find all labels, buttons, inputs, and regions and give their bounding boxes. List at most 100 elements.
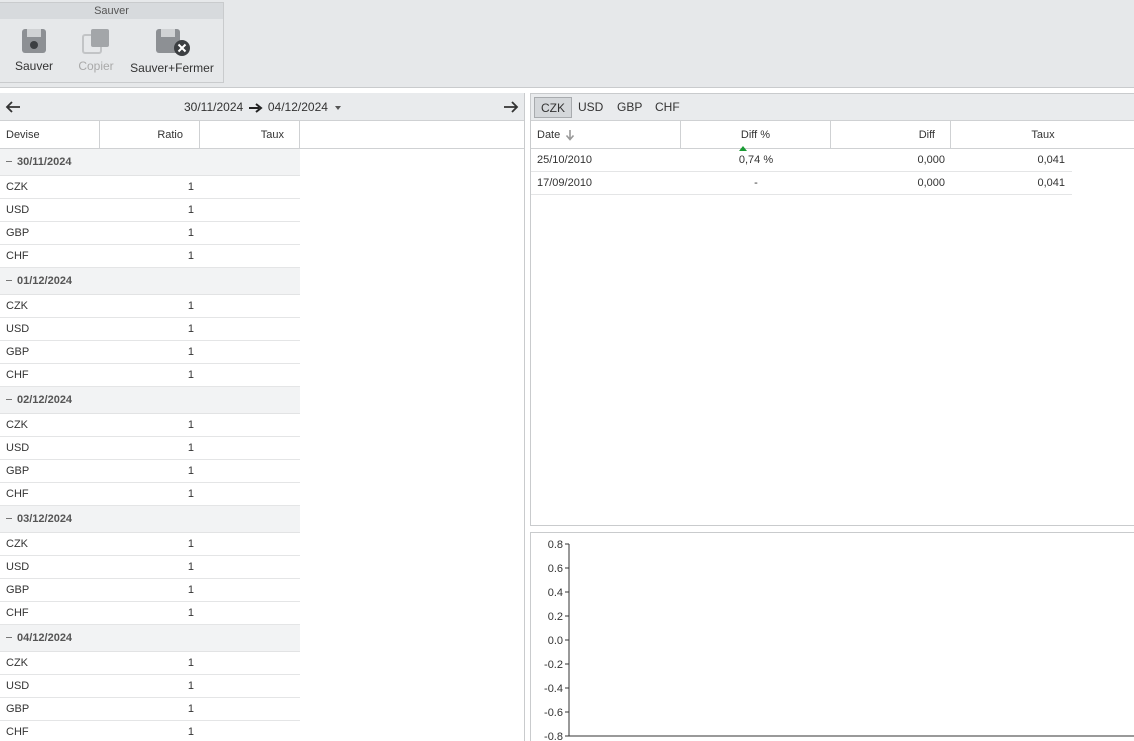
tab-usd[interactable]: USD xyxy=(572,97,609,118)
column-header-ratio[interactable]: Ratio xyxy=(100,121,200,149)
y-tick-label: 0.0 xyxy=(548,635,563,647)
date-group-row[interactable]: 30/11/2024 xyxy=(0,149,300,176)
devise-cell: CZK xyxy=(6,300,28,312)
devise-cell: CHF xyxy=(6,369,29,381)
history-row[interactable]: 25/10/2010 0,74 % 0,000 0,041 xyxy=(531,146,1072,172)
date-cell: 25/10/2010 xyxy=(537,154,593,166)
rate-row[interactable]: CZK 1 xyxy=(0,414,300,437)
y-tick-label: -0.6 xyxy=(544,707,563,719)
date-range-selector[interactable]: 30/11/2024 04/12/2024 xyxy=(184,100,343,114)
currency-history-pane: CZK USD GBP CHF Date Diff % Diff Taux 25… xyxy=(530,93,1134,526)
ratio-cell: 1 xyxy=(187,346,194,358)
collapse-icon xyxy=(6,160,12,162)
ratio-cell: 1 xyxy=(187,703,194,715)
trend-up-icon xyxy=(738,146,747,151)
save-close-button-label: Sauver+Fermer xyxy=(130,61,214,75)
devise-cell: USD xyxy=(6,323,30,335)
ratio-cell: 1 xyxy=(187,419,194,431)
arrow-left-icon[interactable] xyxy=(4,98,22,116)
arrow-right-bold-icon xyxy=(248,103,263,113)
arrow-right-icon[interactable] xyxy=(502,98,520,116)
rate-row[interactable]: USD 1 xyxy=(0,675,300,698)
date-group-row[interactable]: 02/12/2024 xyxy=(0,387,300,414)
column-header-diff-pct[interactable]: Diff % xyxy=(681,121,831,149)
devise-cell: GBP xyxy=(6,584,30,596)
date-group-row[interactable]: 04/12/2024 xyxy=(0,625,300,652)
collapse-icon xyxy=(6,517,12,519)
devise-cell: GBP xyxy=(6,465,30,477)
rate-row[interactable]: CHF 1 xyxy=(0,602,300,625)
column-header-taux-history[interactable]: Taux xyxy=(951,121,1134,149)
y-tick-label: 0.2 xyxy=(548,611,563,623)
floppy-disk-icon xyxy=(22,29,46,53)
date-group-label: 04/12/2024 xyxy=(17,632,73,644)
y-tick-label: 0.4 xyxy=(548,587,563,599)
range-start-date: 30/11/2024 xyxy=(184,100,244,114)
devise-cell: GBP xyxy=(6,227,30,239)
rate-row[interactable]: CHF 1 xyxy=(0,245,300,268)
y-tick-label: -0.4 xyxy=(544,683,563,695)
save-button[interactable]: Sauver xyxy=(10,21,58,73)
tab-chf[interactable]: CHF xyxy=(649,97,686,118)
date-group-label: 01/12/2024 xyxy=(17,275,73,287)
ratio-cell: 1 xyxy=(187,300,194,312)
devise-cell: CZK xyxy=(6,181,28,193)
history-grid: 25/10/2010 0,74 % 0,000 0,041 17/09/2010 - 0,0… xyxy=(531,146,1134,195)
rate-row[interactable]: USD 1 xyxy=(0,556,300,579)
diff-pct-value: - xyxy=(754,177,758,189)
save-close-button[interactable]: Sauver+Fermer xyxy=(128,21,216,75)
rate-row[interactable]: CZK 1 xyxy=(0,652,300,675)
column-header-date-label: Date xyxy=(537,129,561,141)
rate-row[interactable]: CZK 1 xyxy=(0,295,300,318)
rate-row[interactable]: USD 1 xyxy=(0,437,300,460)
rate-row[interactable]: GBP 1 xyxy=(0,460,300,483)
column-header-devise[interactable]: Devise xyxy=(0,121,100,149)
date-group-row[interactable]: 01/12/2024 xyxy=(0,268,300,295)
rate-row[interactable]: CZK 1 xyxy=(0,176,300,199)
history-row[interactable]: 17/09/2010 - 0,000 0,041 xyxy=(531,172,1072,195)
date-group-label: 30/11/2024 xyxy=(17,156,72,168)
date-group-row[interactable]: 03/12/2024 xyxy=(0,506,300,533)
collapse-icon xyxy=(6,636,12,638)
rate-row[interactable]: GBP 1 xyxy=(0,222,300,245)
devise-cell: USD xyxy=(6,442,30,454)
tab-czk[interactable]: CZK xyxy=(534,97,572,118)
rate-row[interactable]: CHF 1 xyxy=(0,721,300,741)
currency-tabs: CZK USD GBP CHF xyxy=(531,94,1134,121)
devise-cell: USD xyxy=(6,680,30,692)
ratio-cell: 1 xyxy=(187,442,194,454)
y-tick-label: -0.8 xyxy=(544,731,563,741)
y-tick-label: 0.8 xyxy=(548,539,563,551)
rates-grid-header: Devise Ratio Taux xyxy=(0,121,524,149)
chevron-down-icon xyxy=(335,105,342,110)
column-header-diff[interactable]: Diff xyxy=(831,121,951,149)
ribbon-group-title: Sauver xyxy=(0,3,223,19)
rate-row[interactable]: CZK 1 xyxy=(0,533,300,556)
tab-gbp[interactable]: GBP xyxy=(611,97,648,118)
date-group-label: 02/12/2024 xyxy=(17,394,73,406)
ratio-cell: 1 xyxy=(187,607,194,619)
taux-cell: 0,041 xyxy=(1037,177,1065,189)
rate-row[interactable]: CHF 1 xyxy=(0,364,300,387)
rate-row[interactable]: GBP 1 xyxy=(0,698,300,721)
rate-history-chart: 0.8 0.6 0.4 0.2 0.0 -0.2 -0.4 -0.6 -0.8 xyxy=(530,532,1134,741)
diff-pct-value: 0,74 % xyxy=(738,154,774,166)
y-tick-label: 0.6 xyxy=(548,563,563,575)
taux-cell: 0,041 xyxy=(1037,154,1065,166)
ratio-cell: 1 xyxy=(187,204,194,216)
rates-by-date-pane: 30/11/2024 04/12/2024 Devise Ratio Taux … xyxy=(0,93,525,741)
rate-row[interactable]: GBP 1 xyxy=(0,341,300,364)
copy-button[interactable]: Copier xyxy=(72,21,120,73)
ratio-cell: 1 xyxy=(187,657,194,669)
rate-row[interactable]: USD 1 xyxy=(0,199,300,222)
history-grid-header: Date Diff % Diff Taux xyxy=(531,121,1134,149)
rate-row[interactable]: USD 1 xyxy=(0,318,300,341)
column-header-taux[interactable]: Taux xyxy=(200,121,300,149)
column-header-date[interactable]: Date xyxy=(531,121,681,149)
rate-row[interactable]: CHF 1 xyxy=(0,483,300,506)
date-cell: 17/09/2010 xyxy=(537,177,593,189)
ratio-cell: 1 xyxy=(187,250,194,262)
devise-cell: USD xyxy=(6,561,30,573)
date-group-label: 03/12/2024 xyxy=(17,513,73,525)
rate-row[interactable]: GBP 1 xyxy=(0,579,300,602)
